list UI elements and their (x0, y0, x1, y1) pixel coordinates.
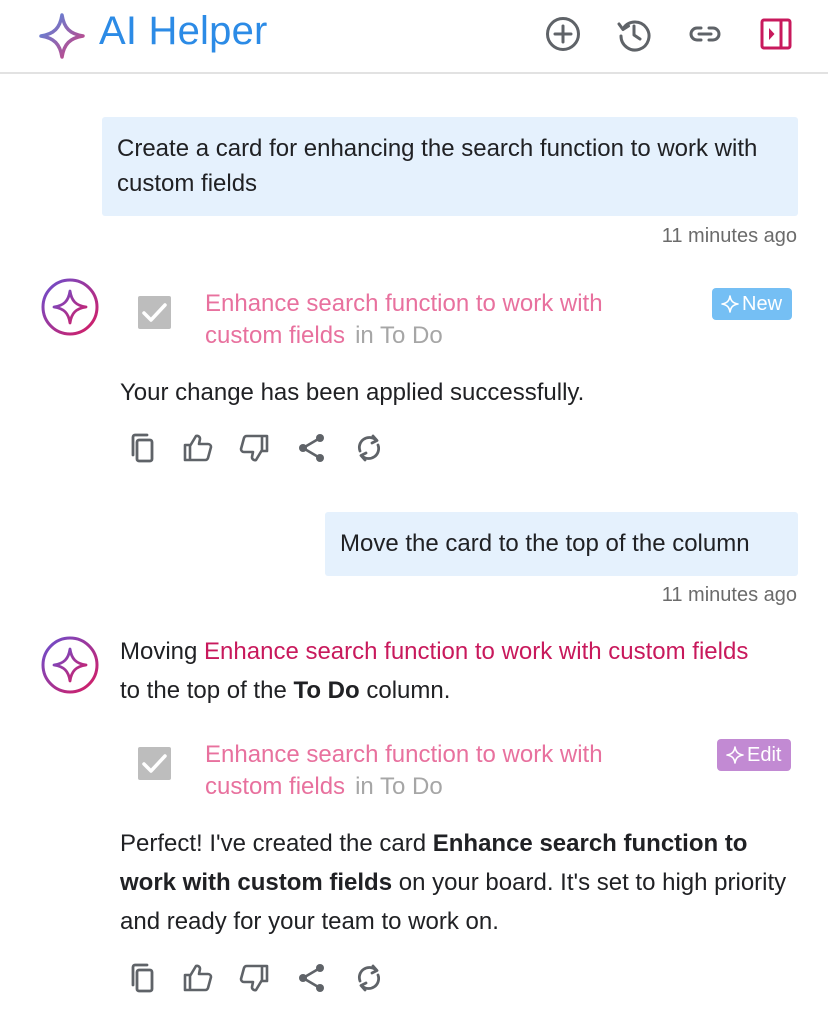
regenerate-button[interactable] (351, 958, 387, 998)
check-icon (142, 303, 167, 322)
thumbs-down-button[interactable] (236, 958, 272, 998)
thumbs-up-button[interactable] (180, 958, 216, 998)
card-column: in To Do (355, 322, 443, 349)
card-link[interactable]: Enhance search function to work with cus… (204, 638, 748, 665)
card-checkbox[interactable] (138, 296, 171, 329)
share-icon (299, 434, 324, 462)
copy-button[interactable] (124, 958, 160, 998)
copy-icon (131, 433, 154, 463)
check-icon (142, 754, 167, 773)
new-badge: New (712, 288, 793, 320)
message-timestamp: 11 minutes ago (661, 225, 797, 247)
sparkle-icon (721, 295, 739, 313)
regenerate-icon (358, 434, 380, 462)
card-reference[interactable]: Enhance search function to work with cus… (138, 288, 808, 358)
assistant-avatar-icon (41, 636, 99, 694)
history-button[interactable] (614, 14, 654, 54)
assistant-result-text: Perfect! I've created the card Enhance s… (120, 830, 787, 935)
card-reference[interactable]: Enhance search function to work with cus… (138, 739, 808, 809)
regenerate-button[interactable] (351, 428, 387, 468)
user-message-text: Move the card to the top of the column (340, 530, 750, 557)
add-circle-icon (546, 17, 580, 51)
card-title[interactable]: Enhance search function to work with cus… (205, 288, 655, 352)
link-icon (689, 26, 721, 42)
thumbs-down-button[interactable] (236, 428, 272, 468)
card-column: in To Do (355, 773, 443, 800)
copy-button[interactable] (124, 428, 160, 468)
link-button[interactable] (685, 14, 725, 54)
sparkle-logo-icon (39, 13, 85, 59)
thumbs-up-icon (183, 964, 213, 992)
thumbs-down-icon (239, 434, 269, 462)
header-bar: AI Helper (0, 0, 828, 74)
assistant-avatar-icon (41, 278, 99, 336)
user-message-text: Create a card for enhancing the search f… (117, 135, 758, 197)
user-message-bubble: Move the card to the top of the column (325, 512, 798, 576)
assistant-message-text: Moving Enhance search function to work w… (120, 638, 749, 704)
message-actions (124, 428, 394, 468)
copy-icon (131, 963, 154, 993)
share-button[interactable] (294, 428, 330, 468)
sparkle-icon (726, 746, 744, 764)
message-actions (124, 958, 394, 998)
sidebar-close-icon (760, 18, 792, 50)
card-checkbox[interactable] (138, 747, 171, 780)
user-message-bubble: Create a card for enhancing the search f… (102, 117, 798, 216)
edit-badge: Edit (717, 739, 792, 771)
close-panel-button[interactable] (756, 14, 796, 54)
card-title[interactable]: Enhance search function to work with cus… (205, 739, 655, 803)
message-timestamp: 11 minutes ago (661, 584, 797, 606)
thumbs-up-icon (183, 434, 213, 462)
share-button[interactable] (294, 958, 330, 998)
app-title: AI Helper (99, 9, 268, 53)
new-chat-button[interactable] (543, 14, 583, 54)
thumbs-down-icon (239, 964, 269, 992)
history-icon (617, 20, 651, 52)
thumbs-up-button[interactable] (180, 428, 216, 468)
share-icon (299, 964, 324, 992)
regenerate-icon (358, 964, 380, 992)
assistant-message-text: Your change has been applied successfull… (120, 379, 585, 406)
